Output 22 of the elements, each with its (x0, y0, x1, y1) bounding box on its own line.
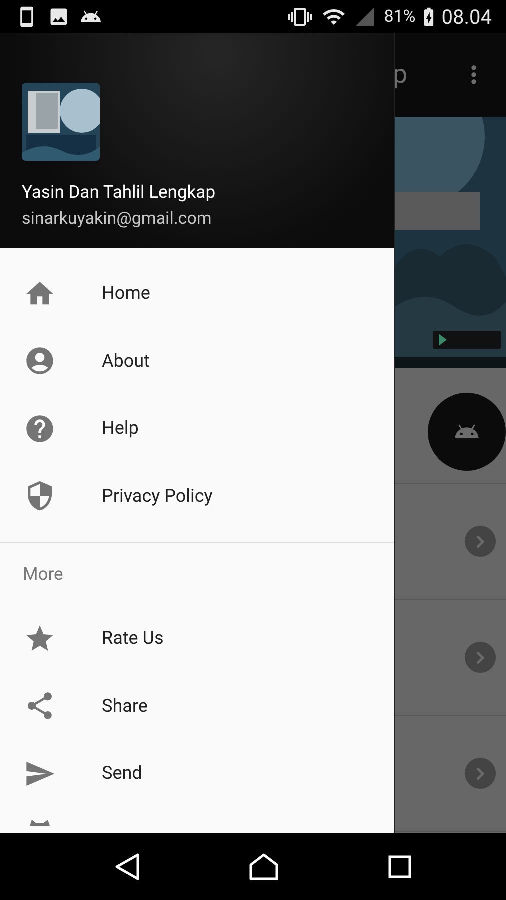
back-icon[interactable] (114, 852, 140, 880)
menu-item[interactable]: Send (0, 740, 394, 808)
home-icon[interactable] (248, 852, 279, 880)
recents-icon[interactable] (388, 854, 412, 878)
clock: 08.04 (442, 4, 492, 28)
help-icon (24, 412, 56, 445)
battery-percent: 81% (384, 6, 416, 26)
menu-item[interactable]: Help (0, 395, 394, 462)
account-icon (24, 345, 56, 378)
section-title: More (22, 564, 64, 587)
chevron-icon (476, 650, 485, 664)
app-name: Yasin Dan Tahlil Lengkap (22, 183, 217, 203)
chevron-icon (476, 766, 485, 780)
app-title: p (395, 60, 408, 90)
menu-item[interactable]: Share (0, 672, 394, 740)
account-email: sinarkuyakin@gmail.com (22, 209, 213, 229)
menu-item[interactable]: About (0, 328, 394, 395)
chevron-icon (476, 534, 485, 548)
signal-icon (356, 8, 374, 26)
menu-item[interactable]: Home (0, 260, 394, 328)
menu-item[interactable]: Privacy Policy (0, 462, 394, 530)
menu-item[interactable]: Rate Us (0, 605, 394, 672)
